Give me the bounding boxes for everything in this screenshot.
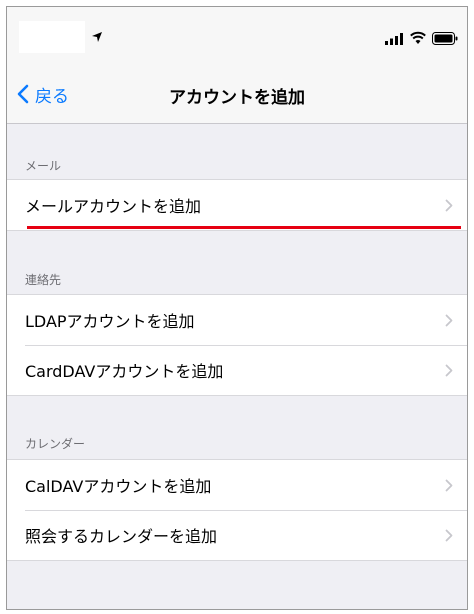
navigation-bar: アカウントを追加 戻る (7, 67, 467, 124)
location-icon (92, 32, 102, 42)
add-mail-account-row[interactable]: メールアカウントを追加 (7, 180, 467, 230)
back-label: 戻る (35, 86, 69, 107)
wifi-icon (410, 31, 426, 44)
add-ldap-account-row[interactable]: LDAPアカウントを追加 (7, 295, 467, 345)
battery-icon (432, 32, 458, 45)
signal-icon (385, 33, 403, 45)
section-header-calendar: カレンダー (25, 437, 86, 451)
row-label: CalDAVアカウントを追加 (25, 477, 212, 496)
group-contacts: LDAPアカウントを追加 CardDAVアカウントを追加 (7, 294, 467, 396)
back-button[interactable]: 戻る (17, 79, 69, 109)
page-title: アカウントを追加 (169, 87, 305, 108)
group-calendar: CalDAVアカウントを追加 照会するカレンダーを追加 (7, 459, 467, 561)
row-label: 照会するカレンダーを追加 (25, 527, 218, 546)
phone-screen: アカウントを追加 戻る メール メールアカウントを追加 連絡先 LDAPアカウン… (6, 6, 468, 610)
section-header-mail: メール (25, 159, 62, 173)
add-subscribed-calendar-row[interactable]: 照会するカレンダーを追加 (7, 510, 467, 560)
row-label: メールアカウントを追加 (25, 197, 202, 216)
row-label: LDAPアカウントを追加 (25, 312, 195, 331)
red-underline-highlight (27, 226, 461, 229)
time-redaction (19, 21, 85, 53)
chevron-right-icon (445, 479, 453, 492)
group-mail: メールアカウントを追加 (7, 179, 467, 231)
chevron-right-icon (445, 529, 453, 542)
status-bar (7, 7, 467, 67)
row-label: CardDAVアカウントを追加 (25, 362, 224, 381)
chevron-right-icon (445, 314, 453, 327)
section-header-contacts: 連絡先 (25, 273, 62, 287)
chevron-right-icon (445, 199, 453, 212)
back-chevron-icon (17, 84, 29, 104)
add-caldav-account-row[interactable]: CalDAVアカウントを追加 (7, 460, 467, 510)
chevron-right-icon (445, 364, 453, 377)
add-carddav-account-row[interactable]: CardDAVアカウントを追加 (7, 345, 467, 395)
